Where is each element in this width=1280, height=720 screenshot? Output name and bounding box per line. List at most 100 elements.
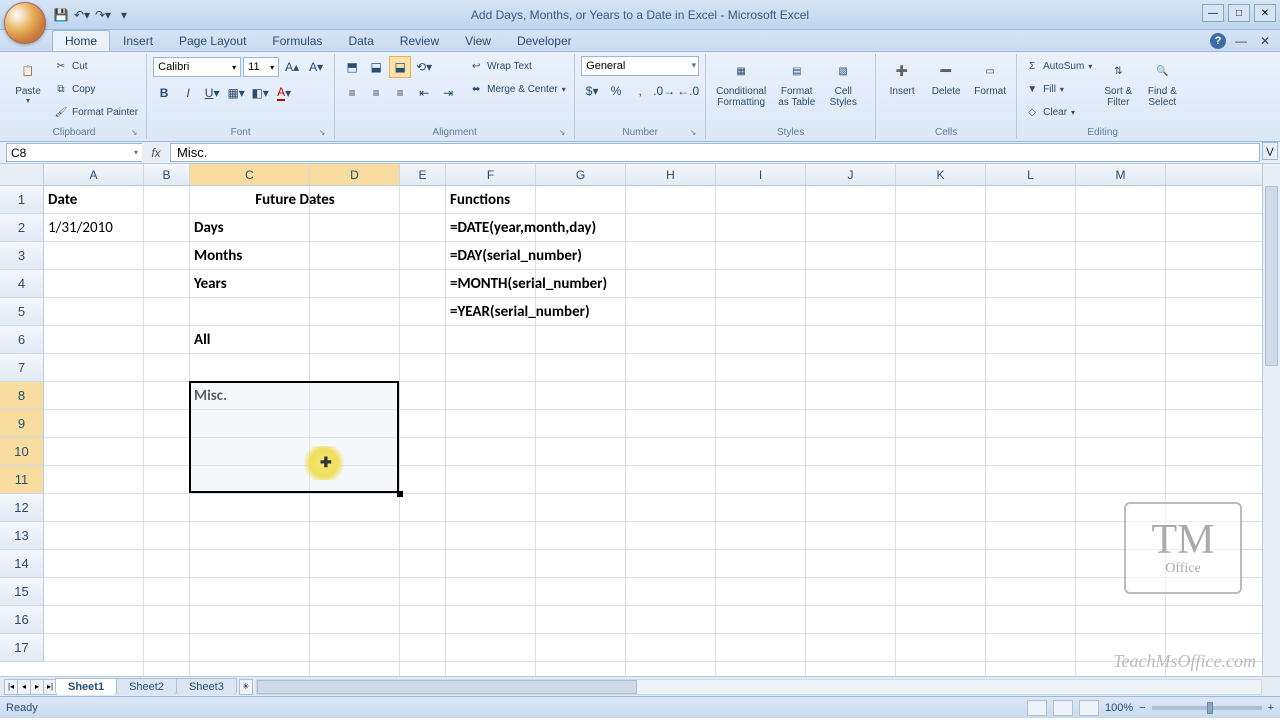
horizontal-scrollbar[interactable] xyxy=(256,679,1262,695)
sheet-nav-first[interactable]: |◂ xyxy=(4,679,18,695)
sheet-nav-prev[interactable]: ◂ xyxy=(17,679,31,695)
row-header-16[interactable]: 16 xyxy=(0,606,44,634)
paste-button[interactable]: 📋 Paste ▾ xyxy=(8,56,48,108)
font-launcher[interactable]: ↘ xyxy=(316,127,328,139)
sheet-nav-next[interactable]: ▸ xyxy=(30,679,44,695)
zoom-slider[interactable] xyxy=(1152,706,1262,710)
column-header-E[interactable]: E xyxy=(400,164,446,185)
qat-customize-icon[interactable]: ▾ xyxy=(115,6,133,24)
cell-styles-button[interactable]: ▧Cell Styles xyxy=(823,56,863,110)
italic-button[interactable]: I xyxy=(177,82,199,104)
select-all-corner[interactable] xyxy=(0,164,44,186)
office-button[interactable] xyxy=(4,2,46,44)
redo-icon[interactable]: ↷▾ xyxy=(94,6,112,24)
border-button[interactable]: ▦▾ xyxy=(225,82,247,104)
align-right-button[interactable]: ≡ xyxy=(389,82,411,104)
column-header-D[interactable]: D xyxy=(310,164,400,185)
cell-F2[interactable]: =DATE(year,month,day) xyxy=(446,214,600,242)
underline-button[interactable]: U▾ xyxy=(201,82,223,104)
cell-C6[interactable]: All xyxy=(190,326,310,354)
insert-cells-button[interactable]: ➕Insert xyxy=(882,56,922,99)
row-header-14[interactable]: 14 xyxy=(0,550,44,578)
column-header-J[interactable]: J xyxy=(806,164,896,185)
align-bottom-button[interactable]: ⬓ xyxy=(389,56,411,78)
formula-expand-button[interactable]: ⋁ xyxy=(1262,142,1278,160)
cell-C2[interactable]: Days xyxy=(190,214,310,242)
new-sheet-button[interactable]: ✳ xyxy=(239,679,253,695)
format-painter-button[interactable]: 🖌Format Painter xyxy=(52,102,140,122)
zoom-thumb[interactable] xyxy=(1207,702,1213,714)
align-center-button[interactable]: ≡ xyxy=(365,82,387,104)
vertical-scrollbar[interactable] xyxy=(1262,164,1280,676)
row-header-15[interactable]: 15 xyxy=(0,578,44,606)
tab-formulas[interactable]: Formulas xyxy=(259,30,335,51)
page-break-view-button[interactable] xyxy=(1079,700,1099,716)
formula-bar[interactable]: Misc. xyxy=(170,143,1260,162)
column-header-C[interactable]: C xyxy=(190,164,310,185)
font-name-combo[interactable]: Calibri▾ xyxy=(153,57,241,77)
tab-data[interactable]: Data xyxy=(335,30,386,51)
tab-review[interactable]: Review xyxy=(387,30,452,51)
orientation-button[interactable]: ⟲▾ xyxy=(413,56,435,78)
tab-view[interactable]: View xyxy=(452,30,504,51)
row-header-12[interactable]: 12 xyxy=(0,494,44,522)
find-select-button[interactable]: 🔍Find & Select xyxy=(1142,56,1182,110)
row-header-8[interactable]: 8 xyxy=(0,382,44,410)
name-box[interactable]: C8▾ xyxy=(6,143,142,162)
zoom-in-button[interactable]: + xyxy=(1268,702,1274,714)
column-header-M[interactable]: M xyxy=(1076,164,1166,185)
sheet-tab-sheet2[interactable]: Sheet2 xyxy=(116,678,177,695)
page-layout-view-button[interactable] xyxy=(1053,700,1073,716)
tab-insert[interactable]: Insert xyxy=(110,30,166,51)
vscroll-thumb[interactable] xyxy=(1265,186,1278,366)
cell-F3[interactable]: =DAY(serial_number) xyxy=(446,242,586,270)
conditional-formatting-button[interactable]: ▦Conditional Formatting xyxy=(712,56,770,110)
cut-button[interactable]: ✂Cut xyxy=(52,56,140,76)
sort-filter-button[interactable]: ⇅Sort & Filter xyxy=(1098,56,1138,110)
column-header-H[interactable]: H xyxy=(626,164,716,185)
column-header-I[interactable]: I xyxy=(716,164,806,185)
align-top-button[interactable]: ⬒ xyxy=(341,56,363,78)
row-header-6[interactable]: 6 xyxy=(0,326,44,354)
grow-font-button[interactable]: A▴ xyxy=(281,56,303,78)
fill-color-button[interactable]: ◧▾ xyxy=(249,82,271,104)
alignment-launcher[interactable]: ↘ xyxy=(556,127,568,139)
cell-C4[interactable]: Years xyxy=(190,270,310,298)
cell-C3[interactable]: Months xyxy=(190,242,310,270)
tab-developer[interactable]: Developer xyxy=(504,30,585,51)
row-header-1[interactable]: 1 xyxy=(0,186,44,214)
row-header-4[interactable]: 4 xyxy=(0,270,44,298)
row-header-10[interactable]: 10 xyxy=(0,438,44,466)
row-header-5[interactable]: 5 xyxy=(0,298,44,326)
cell-A1[interactable]: Date xyxy=(44,186,144,214)
sheet-tab-sheet3[interactable]: Sheet3 xyxy=(176,678,237,695)
normal-view-button[interactable] xyxy=(1027,700,1047,716)
row-header-2[interactable]: 2 xyxy=(0,214,44,242)
cell-A2[interactable]: 1/31/2010 xyxy=(44,214,144,242)
decrease-indent-button[interactable]: ⇤ xyxy=(413,82,435,104)
increase-decimal-button[interactable]: .0→ xyxy=(653,80,675,102)
column-header-B[interactable]: B xyxy=(144,164,190,185)
undo-icon[interactable]: ↶▾ xyxy=(73,6,91,24)
column-header-A[interactable]: A xyxy=(44,164,144,185)
hscroll-thumb[interactable] xyxy=(257,680,637,694)
tab-page-layout[interactable]: Page Layout xyxy=(166,30,259,51)
column-header-F[interactable]: F xyxy=(446,164,536,185)
fill-button[interactable]: ▼Fill▾ xyxy=(1023,79,1094,99)
help-icon[interactable]: ? xyxy=(1210,33,1226,49)
column-header-L[interactable]: L xyxy=(986,164,1076,185)
column-header-G[interactable]: G xyxy=(536,164,626,185)
ribbon-minimize-icon[interactable]: — xyxy=(1232,32,1250,50)
row-header-3[interactable]: 3 xyxy=(0,242,44,270)
minimize-button[interactable]: — xyxy=(1202,4,1224,22)
workbook-close-icon[interactable]: ✕ xyxy=(1256,32,1274,50)
percent-button[interactable]: % xyxy=(605,80,627,102)
save-icon[interactable]: 💾 xyxy=(52,6,70,24)
cell-C1[interactable]: Future Dates xyxy=(190,186,400,214)
align-middle-button[interactable]: ⬓ xyxy=(365,56,387,78)
shrink-font-button[interactable]: A▾ xyxy=(305,56,327,78)
number-format-combo[interactable]: General xyxy=(581,56,699,76)
accounting-button[interactable]: $▾ xyxy=(581,80,603,102)
cell-F5[interactable]: =YEAR(serial_number) xyxy=(446,298,594,326)
row-header-13[interactable]: 13 xyxy=(0,522,44,550)
